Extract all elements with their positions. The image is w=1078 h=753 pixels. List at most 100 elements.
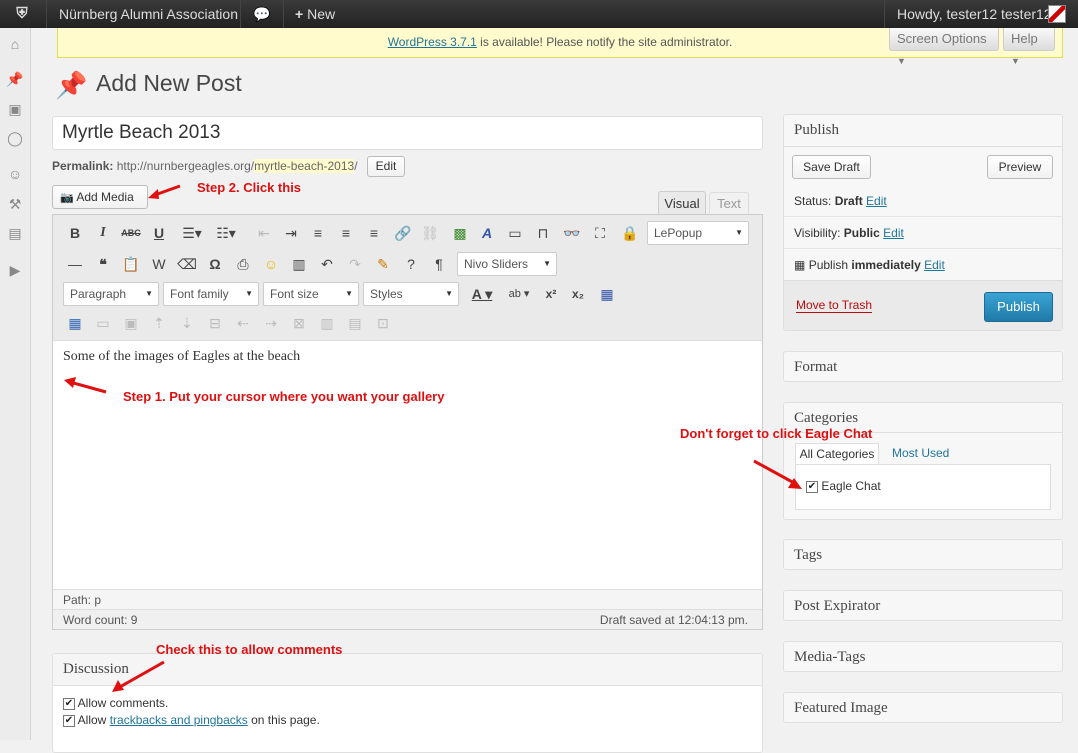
posts-icon[interactable]: 📌 (6, 70, 24, 88)
publish-title[interactable]: Publish (784, 115, 1062, 147)
wordpress-update-link[interactable]: WordPress 3.7.1 (388, 35, 477, 49)
nivo-sliders-select[interactable]: Nivo Sliders (457, 252, 557, 276)
media-icon[interactable]: ▣ (6, 100, 24, 118)
help-icon[interactable]: ? (400, 253, 422, 275)
insert-template-icon[interactable]: ✎ (372, 253, 394, 275)
users-icon[interactable]: ☺ (6, 165, 24, 183)
page-break-icon[interactable]: ⊓ (532, 222, 554, 244)
media-tags-title[interactable]: Media-Tags (784, 642, 1062, 673)
permalink-edit-button[interactable]: Edit (367, 156, 405, 177)
site-name-link[interactable]: Nürnberg Alumni Association (59, 0, 238, 28)
indent-icon[interactable]: ⇥ (280, 222, 302, 244)
bullet-list-icon[interactable]: ☰▾ (177, 222, 207, 244)
delete-table-icon[interactable]: ⊡ (372, 312, 394, 334)
tab-all-categories[interactable]: All Categories (795, 443, 879, 465)
allow-comments-checkbox[interactable]: ✔ (63, 697, 75, 710)
add-media-button[interactable]: 📷 Add Media (52, 185, 148, 209)
permalink-slug[interactable]: myrtle-beach-2013 (254, 159, 355, 173)
special-char-icon[interactable]: Ω (204, 253, 226, 275)
horizontal-line-icon[interactable]: — (64, 253, 86, 275)
font-style-icon[interactable]: A (476, 222, 498, 244)
split-cells-icon[interactable]: ▥ (316, 312, 338, 334)
align-center-icon[interactable]: ≡ (335, 222, 357, 244)
styles-select[interactable]: Styles (363, 282, 459, 306)
new-content-button[interactable]: + New (295, 0, 335, 28)
format-title[interactable]: Format (784, 352, 1062, 383)
redo-icon[interactable]: ↷ (344, 253, 366, 275)
tab-visual[interactable]: Visual (658, 191, 706, 215)
dashboard-icon[interactable]: ⌂ (6, 35, 24, 53)
text-color-icon[interactable]: A ▾ (465, 283, 499, 305)
blockquote-icon[interactable]: ❝ (92, 253, 114, 275)
howdy-user-menu[interactable]: Howdy, tester12 tester12 (897, 0, 1052, 28)
insert-col-before-icon[interactable]: ⇠ (232, 312, 254, 334)
table-row-props-icon[interactable]: ▭ (92, 312, 114, 334)
comments-icon[interactable]: 💬 (253, 0, 270, 28)
merge-cells-icon[interactable]: ▤ (344, 312, 366, 334)
trackbacks-link[interactable]: trackbacks and pingbacks (110, 713, 248, 727)
move-to-trash-link[interactable]: Move to Trash (796, 298, 873, 313)
tags-title[interactable]: Tags (784, 540, 1062, 571)
publish-button[interactable]: Publish (984, 292, 1053, 322)
format-select[interactable]: Paragraph (63, 282, 159, 306)
featured-image-title[interactable]: Featured Image (784, 693, 1062, 724)
italic-icon[interactable]: I (92, 222, 114, 244)
post-title-input[interactable]: Myrtle Beach 2013 (52, 116, 763, 150)
schedule-edit-link[interactable]: Edit (924, 258, 945, 272)
allow-trackbacks-checkbox[interactable]: ✔ (63, 714, 75, 727)
insert-col-after-icon[interactable]: ⇢ (260, 312, 282, 334)
tab-most-used[interactable]: Most Used (892, 446, 949, 460)
link-icon[interactable]: 🔗 (392, 222, 414, 244)
lepopup-select[interactable]: LePopup (647, 221, 749, 245)
insert-row-after-icon[interactable]: ⇣ (176, 312, 198, 334)
insert-row-before-icon[interactable]: ⇡ (148, 312, 170, 334)
save-draft-button[interactable]: Save Draft (792, 155, 871, 179)
screen-options-button[interactable]: Screen Options ▼ (889, 28, 999, 66)
delete-row-icon[interactable]: ⊟ (204, 312, 226, 334)
visibility-edit-link[interactable]: Edit (883, 226, 904, 240)
preview-button[interactable]: Preview (987, 155, 1053, 179)
background-color-icon[interactable]: ab ▾ (501, 283, 537, 305)
underline-icon[interactable]: U (148, 222, 170, 244)
align-left-icon[interactable]: ≡ (307, 222, 329, 244)
post-expirator-title[interactable]: Post Expirator (784, 591, 1062, 622)
show-blocks-icon[interactable]: ¶ (428, 253, 450, 275)
emoticon-icon[interactable]: ☺ (260, 253, 282, 275)
outdent-icon[interactable]: ⇤ (253, 222, 275, 244)
paste-text-icon[interactable]: 📋 (120, 253, 142, 275)
lock-icon[interactable]: 🔒 (619, 222, 641, 244)
font-family-select[interactable]: Font family (163, 282, 259, 306)
superscript-icon[interactable]: x² (540, 283, 562, 305)
paste-word-icon-2[interactable]: ▦ (596, 283, 618, 305)
media-embed-icon[interactable]: ▥ (288, 253, 310, 275)
undo-icon[interactable]: ↶ (316, 253, 338, 275)
insert-table-icon[interactable]: ▦ (64, 312, 86, 334)
eagle-chat-checkbox[interactable]: ✔ (806, 480, 818, 493)
fullscreen-icon[interactable]: ⛶ (589, 222, 611, 244)
find-icon[interactable]: 👓 (561, 222, 583, 244)
settings-icon[interactable]: ▤ (6, 224, 24, 242)
print-icon[interactable]: ⎙ (232, 253, 254, 275)
table-cell-props-icon[interactable]: ▣ (120, 312, 142, 334)
subscript-icon[interactable]: x₂ (567, 283, 589, 305)
align-right-icon[interactable]: ≡ (363, 222, 385, 244)
user-avatar[interactable] (1048, 5, 1066, 23)
delete-col-icon[interactable]: ⊠ (288, 312, 310, 334)
tools-icon[interactable]: ⚒ (6, 195, 24, 213)
comments-menu-icon[interactable]: ◯ (6, 129, 24, 147)
wordpress-logo-icon[interactable]: ⛨ (10, 0, 34, 28)
tab-text[interactable]: Text (709, 192, 749, 214)
insert-image-icon[interactable]: ▩ (449, 222, 471, 244)
bold-icon[interactable]: B (64, 222, 86, 244)
help-button[interactable]: Help ▼ (1003, 28, 1055, 66)
font-size-select[interactable]: Font size (263, 282, 359, 306)
unlink-icon[interactable]: ⛓ (419, 222, 441, 244)
strikethrough-icon[interactable]: ABC (120, 222, 142, 244)
remove-format-icon[interactable]: ⌫ (176, 253, 198, 275)
collapse-menu-icon[interactable]: ▶ (6, 261, 24, 279)
horizontal-rule-icon[interactable]: ▭ (504, 222, 526, 244)
editor-content[interactable]: Some of the images of Eagles at the beac… (63, 349, 300, 365)
status-edit-link[interactable]: Edit (866, 194, 887, 208)
numbered-list-icon[interactable]: ☷▾ (211, 222, 241, 244)
paste-word-icon[interactable]: W (148, 253, 170, 275)
